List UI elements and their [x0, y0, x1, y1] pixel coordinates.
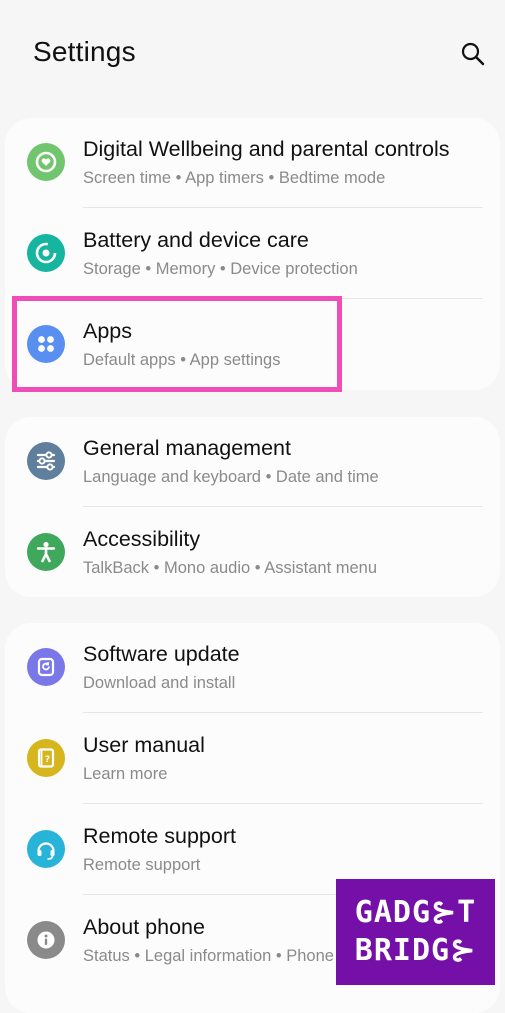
device-care-icon [27, 234, 65, 272]
sliders-icon [27, 442, 65, 480]
item-title: Digital Wellbeing and parental controls [83, 137, 450, 161]
software-update-icon [27, 648, 65, 686]
settings-item-software-update[interactable]: Software update Download and install [5, 623, 500, 713]
divider [83, 803, 483, 804]
logo-line-2: BRIDG⊱ [354, 933, 477, 968]
item-subtitle: Storage • Memory • Device protection [83, 260, 358, 278]
item-title: About phone [83, 915, 205, 939]
info-icon [27, 921, 65, 959]
item-title: Battery and device care [83, 228, 309, 252]
wellbeing-icon [27, 143, 65, 181]
item-title: General management [83, 436, 291, 460]
settings-card-2: General management Language and keyboard… [5, 417, 500, 597]
apps-highlight-box [12, 296, 342, 392]
item-subtitle: Learn more [83, 765, 168, 783]
item-subtitle: TalkBack • Mono audio • Assistant menu [83, 559, 378, 577]
search-icon [461, 42, 485, 66]
item-subtitle: Download and install [83, 674, 236, 692]
divider [83, 207, 483, 208]
item-subtitle: Language and keyboard • Date and time [83, 468, 379, 486]
item-title: Software update [83, 642, 240, 666]
divider [83, 712, 483, 713]
page-title: Settings [33, 36, 136, 67]
divider [83, 506, 483, 507]
headset-icon [27, 830, 65, 868]
search-button[interactable] [456, 37, 490, 71]
accessibility-icon [27, 533, 65, 571]
header: Settings [0, 0, 505, 110]
settings-item-user-manual[interactable]: ? User manual Learn more [5, 714, 500, 804]
user-manual-icon: ? [27, 739, 65, 777]
settings-item-general-management[interactable]: General management Language and keyboard… [5, 417, 500, 507]
settings-item-digital-wellbeing[interactable]: Digital Wellbeing and parental controls … [5, 118, 500, 208]
item-title: User manual [83, 733, 205, 757]
svg-text:?: ? [45, 755, 50, 765]
logo-line-1: GADG⊱T [354, 895, 477, 930]
item-subtitle: Screen time • App timers • Bedtime mode [83, 169, 386, 187]
gadget-bridge-logo: GADG⊱T BRIDG⊱ [336, 879, 495, 985]
item-subtitle: Remote support [83, 856, 201, 874]
item-title: Remote support [83, 824, 236, 848]
settings-item-accessibility[interactable]: Accessibility TalkBack • Mono audio • As… [5, 508, 500, 598]
settings-item-battery-device-care[interactable]: Battery and device care Storage • Memory… [5, 209, 500, 299]
item-title: Accessibility [83, 527, 201, 551]
